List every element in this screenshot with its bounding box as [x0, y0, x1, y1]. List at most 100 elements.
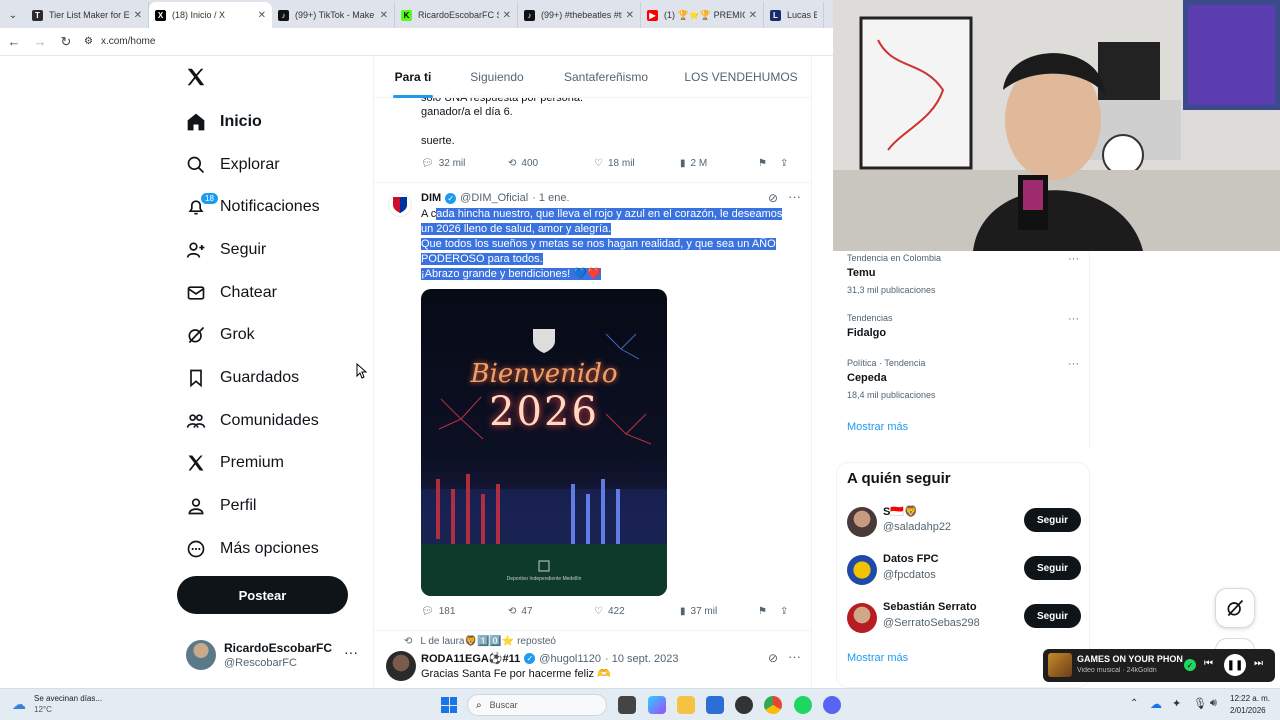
nav-premium[interactable]: Premium	[186, 448, 284, 478]
tab-close-icon[interactable]: ✕	[380, 10, 388, 21]
nav-bookmarks[interactable]: Guardados	[186, 363, 299, 393]
speaker-icon[interactable]: 🔊︎	[1210, 697, 1217, 710]
windows-start-icon[interactable]	[441, 697, 457, 713]
nav-notifications[interactable]: 18 Notificaciones	[186, 192, 320, 222]
media-player-widget[interactable]: GAMES ON YOUR PHON Video musical · 24kGo…	[1043, 649, 1275, 682]
browser-tab[interactable]: ♪ (99+) #thebeatles #th ✕	[518, 2, 641, 28]
reload-icon[interactable]: ↻	[54, 30, 78, 54]
x-logo-icon[interactable]	[185, 66, 207, 93]
author-handle[interactable]: @DIM_Oficial	[460, 192, 528, 204]
post-date[interactable]: · 10 sept. 2023	[605, 653, 678, 665]
tab-close-icon[interactable]: ✕	[626, 10, 634, 21]
discord-icon[interactable]	[823, 696, 841, 714]
author-name[interactable]: RODA11EGA⚽#11	[421, 652, 520, 665]
back-icon[interactable]: ←	[2, 30, 26, 54]
follow-button[interactable]: Seguir	[1024, 604, 1081, 628]
trend-item[interactable]: Tendencias Fidalgo ···	[847, 313, 1079, 339]
nav-more-options[interactable]: Más opciones	[186, 534, 319, 564]
follow-suggestion[interactable]: S🇮🇩🦁 @saladahp22 Seguir	[847, 505, 1081, 545]
clock-date[interactable]: 2/01/2026	[1230, 706, 1266, 715]
forward-icon[interactable]: →	[28, 30, 52, 54]
repost-indicator[interactable]: ⟲ L de laura🦁1️⃣0️⃣⭐ reposteó	[404, 636, 556, 647]
like-button[interactable]: ♡ 18 mil	[594, 158, 680, 169]
browser-tab-active[interactable]: X (18) Inicio / X ✕	[149, 2, 272, 28]
more-icon[interactable]: ···	[1068, 313, 1079, 325]
author-handle[interactable]: @hugol1120	[539, 653, 601, 665]
more-icon[interactable]: ···	[1068, 253, 1079, 265]
like-button[interactable]: ♡ 422	[594, 606, 680, 617]
author-name[interactable]: DIM	[421, 192, 441, 204]
grok-floating-button[interactable]	[1215, 588, 1255, 628]
tab-santaferenismo[interactable]: Santafereñismo	[542, 56, 670, 98]
share-button[interactable]: ⇪	[780, 606, 788, 617]
views-button[interactable]: ▮ 37 mil	[680, 606, 758, 617]
folder-icon[interactable]	[677, 696, 695, 714]
more-icon[interactable]: ···	[344, 644, 358, 660]
nav-explore[interactable]: Explorar	[186, 150, 280, 180]
browser-tab[interactable]: ▶(1) 🏆⭐🏆 PREMIOS✕	[641, 2, 764, 28]
follow-button[interactable]: Seguir	[1024, 508, 1081, 532]
tab-para-ti[interactable]: Para ti	[374, 56, 452, 98]
views-button[interactable]: ▮ 2 M	[680, 158, 758, 169]
nav-profile[interactable]: Perfil	[186, 491, 256, 521]
chrome-icon[interactable]	[764, 696, 782, 714]
show-more-link[interactable]: Mostrar más	[847, 421, 908, 433]
grok-icon[interactable]: ⊘	[768, 191, 778, 205]
pause-icon[interactable]: ❚❚	[1224, 654, 1246, 676]
tab-close-icon[interactable]: ✕	[134, 10, 142, 21]
tab-close-icon[interactable]: ✕	[503, 10, 511, 21]
onedrive-icon[interactable]: ☁	[1150, 697, 1162, 711]
nav-follow[interactable]: Seguir	[186, 235, 266, 265]
reply-button[interactable]: 💬︎ 181	[421, 606, 508, 617]
file-explorer-icon[interactable]	[618, 696, 636, 714]
address-bar[interactable]: ⚙ x.com/home	[84, 36, 155, 47]
site-settings-icon[interactable]: ⚙	[84, 36, 93, 47]
tab-close-icon[interactable]: ✕	[258, 10, 266, 21]
share-button[interactable]: ⇪	[780, 158, 788, 169]
post[interactable]: DIM ✓ @DIM_Oficial · 1 ene. ⊘ ··· A cada…	[374, 183, 811, 628]
taskbar-search-box[interactable]: ⌕ Buscar	[467, 694, 607, 716]
microphone-icon[interactable]: 🎙︎	[1193, 697, 1207, 710]
browser-tab[interactable]: LLucas Besozzi	[764, 2, 824, 28]
browser-tab[interactable]: ♪ (99+) TikTok - Make Y ✕	[272, 2, 395, 28]
repost-button[interactable]: ⟲ 47	[508, 606, 594, 617]
store-icon[interactable]	[706, 696, 724, 714]
grok-icon[interactable]: ⊘	[768, 651, 778, 665]
tab-siguiendo[interactable]: Siguiendo	[452, 56, 542, 98]
spotify-icon[interactable]	[794, 696, 812, 714]
weather-icon[interactable]: ☁	[12, 696, 26, 713]
network-icon[interactable]: ✦	[1172, 697, 1181, 710]
nav-home[interactable]: Inicio	[186, 107, 262, 137]
browser-tab[interactable]: T Tier List Maker for Ev ✕	[26, 2, 149, 28]
nav-communities[interactable]: Comunidades	[186, 406, 319, 436]
copilot-icon[interactable]	[648, 696, 666, 714]
next-track-icon[interactable]: ⏭	[1254, 658, 1263, 669]
post-date[interactable]: · 1 ene.	[532, 192, 569, 204]
post-button[interactable]: Postear	[177, 576, 348, 614]
browser-tab[interactable]: K RicardoEscobarFC St ✕	[395, 2, 518, 28]
more-icon[interactable]: ···	[788, 189, 801, 204]
account-switcher[interactable]: RicardoEscobarFC @RescobarFC ···	[186, 640, 362, 672]
follow-suggestion[interactable]: Datos FPC @fpcdatos Seguir	[847, 553, 1081, 593]
reply-button[interactable]: 💬︎ 32 mil	[421, 158, 508, 169]
tab-search-dropdown-icon[interactable]: ⌄	[0, 2, 26, 28]
follow-button[interactable]: Seguir	[1024, 556, 1081, 580]
bookmark-button[interactable]: ⚑	[758, 158, 780, 169]
trend-item[interactable]: Tendencia en Colombia Temu 31,3 mil publ…	[847, 253, 1079, 295]
show-more-link[interactable]: Mostrar más	[847, 652, 908, 664]
more-icon[interactable]: ···	[788, 649, 801, 664]
follow-suggestion[interactable]: Sebastián Serrato @SerratoSebas298 Segui…	[847, 601, 1081, 641]
more-icon[interactable]: ···	[1068, 358, 1079, 370]
clock-time[interactable]: 12:22 a. m.	[1230, 694, 1270, 703]
tab-close-icon[interactable]: ✕	[749, 10, 757, 21]
app-icon[interactable]	[735, 696, 753, 714]
tray-chevron-icon[interactable]: ⌃	[1130, 698, 1138, 709]
tab-los-vendehumos[interactable]: LOS VENDEHUMOS	[670, 56, 811, 98]
repost-button[interactable]: ⟲ 400	[508, 158, 594, 169]
trend-item[interactable]: Política · Tendencia Cepeda 18,4 mil pub…	[847, 358, 1079, 400]
nav-grok[interactable]: Grok	[186, 320, 255, 350]
nav-chat[interactable]: Chatear	[186, 278, 277, 308]
post-media-image[interactable]: Bienvenido 2026 Deportivo Independiente …	[421, 289, 667, 596]
previous-track-icon[interactable]: ⏮	[1204, 658, 1213, 669]
weather-text[interactable]: Se avecinan días...	[34, 694, 102, 703]
